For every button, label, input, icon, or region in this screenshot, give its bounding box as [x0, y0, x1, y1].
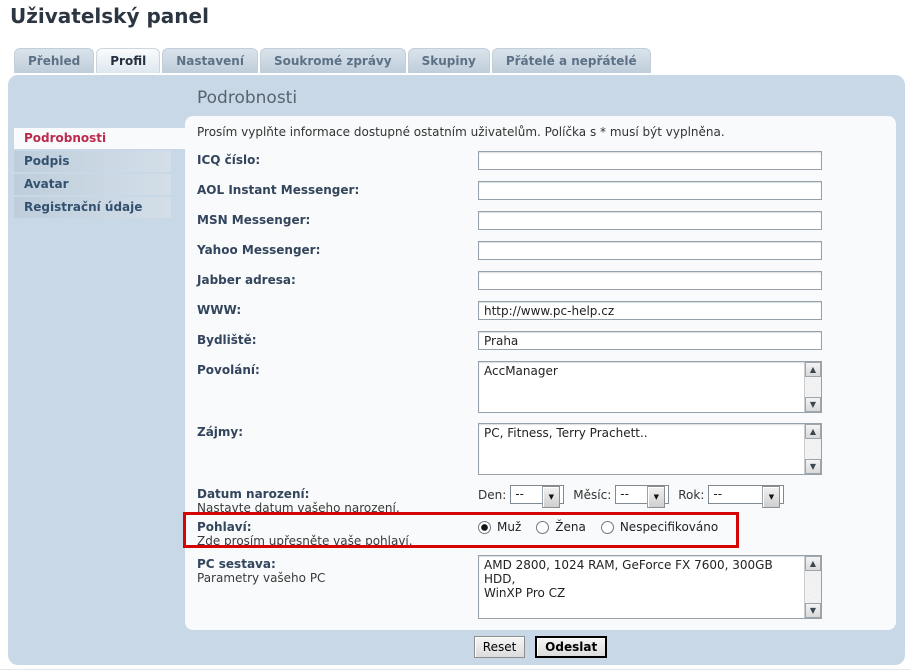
aim-input[interactable]: [478, 181, 822, 200]
gender-hint: Zde prosím upřesněte vaše pohlaví.: [197, 534, 472, 549]
month-label: Měsíc:: [573, 488, 611, 502]
scrollbar[interactable]: ▲ ▼: [804, 424, 821, 474]
yahoo-input[interactable]: [478, 241, 822, 260]
tab-pratele-a-nepratele[interactable]: Přátelé a nepřátelé: [492, 48, 651, 73]
www-label: WWW:: [197, 301, 472, 319]
year-select[interactable]: -- ▼: [708, 485, 784, 504]
zajmy-label: Zájmy:: [197, 423, 472, 441]
www-input[interactable]: [478, 301, 822, 320]
zajmy-textarea-frame: PC, Fitness, Terry Prachett.. ▲ ▼: [478, 423, 822, 475]
scroll-up-icon[interactable]: ▲: [805, 424, 821, 439]
pc-textarea-frame: AMD 2800, 1024 RAM, GeForce FX 7600, 300…: [478, 555, 822, 619]
page-title: Uživatelský panel: [10, 4, 209, 28]
pc-textarea[interactable]: AMD 2800, 1024 RAM, GeForce FX 7600, 300…: [479, 556, 804, 618]
povolani-textarea-frame: AccManager ▲ ▼: [478, 361, 822, 413]
gender-radio-label[interactable]: Nespecifikováno: [620, 520, 718, 534]
section-heading: Podrobnosti: [197, 88, 297, 108]
sidebar-item-podpis[interactable]: Podpis: [14, 151, 171, 172]
gender-option-zena: Žena: [536, 520, 586, 534]
sidebar: Podrobnosti Podpis Avatar Registrační úd…: [14, 128, 190, 220]
gender-radio-muz[interactable]: [478, 521, 491, 534]
tab-prehled[interactable]: Přehled: [14, 48, 94, 73]
povolani-label: Povolání:: [197, 361, 472, 379]
aim-label: AOL Instant Messenger:: [197, 181, 472, 199]
day-label: Den:: [478, 488, 506, 502]
year-label: Rok:: [678, 488, 704, 502]
tab-profil[interactable]: Profil: [96, 48, 160, 73]
sidebar-item-avatar[interactable]: Avatar: [14, 174, 171, 195]
tab-skupiny[interactable]: Skupiny: [408, 48, 490, 73]
tab-bar: Přehled Profil Nastavení Soukromé zprávy…: [14, 48, 651, 73]
scroll-up-icon[interactable]: ▲: [805, 362, 821, 377]
bydliste-label: Bydliště:: [197, 331, 472, 349]
scroll-down-icon[interactable]: ▼: [805, 397, 821, 412]
povolani-textarea[interactable]: AccManager: [479, 362, 804, 412]
sidebar-item-podrobnosti[interactable]: Podrobnosti: [14, 128, 190, 149]
month-value: --: [616, 486, 644, 503]
dropdown-arrow-icon[interactable]: ▼: [542, 486, 560, 508]
dropdown-arrow-icon[interactable]: ▼: [647, 486, 665, 508]
gender-option-nespecifikovano: Nespecifikováno: [601, 520, 718, 534]
bydliste-input[interactable]: [478, 331, 822, 350]
scroll-up-icon[interactable]: ▲: [805, 556, 821, 571]
tab-nastaveni[interactable]: Nastavení: [162, 48, 258, 73]
birth-hint: Nastavte datum vašeho narození.: [197, 501, 472, 516]
gender-option-muz: Muž: [478, 520, 521, 534]
submit-button[interactable]: Odeslat: [535, 636, 607, 658]
gender-radio-nespecifikovano[interactable]: [601, 521, 614, 534]
yahoo-label: Yahoo Messenger:: [197, 241, 472, 259]
icq-label: ICQ číslo:: [197, 151, 472, 169]
scroll-down-icon[interactable]: ▼: [805, 603, 821, 618]
msn-label: MSN Messenger:: [197, 211, 472, 229]
form-intro-text: Prosím vyplňte informace dostupné ostatn…: [197, 125, 725, 139]
scrollbar[interactable]: ▲ ▼: [804, 556, 821, 618]
sidebar-item-registracni-udaje[interactable]: Registrační údaje: [14, 197, 171, 218]
page-bottom-divider: [0, 669, 910, 670]
tab-soukrome-zpravy[interactable]: Soukromé zprávy: [260, 48, 406, 73]
gender-radio-label[interactable]: Žena: [555, 520, 586, 534]
day-value: --: [511, 486, 539, 503]
scrollbar[interactable]: ▲ ▼: [804, 362, 821, 412]
jabber-label: Jabber adresa:: [197, 271, 472, 289]
reset-button[interactable]: Reset: [474, 636, 526, 658]
pc-hint: Parametry vašeho PC: [197, 571, 472, 586]
dropdown-arrow-icon[interactable]: ▼: [762, 486, 780, 508]
scroll-down-icon[interactable]: ▼: [805, 459, 821, 474]
month-select[interactable]: -- ▼: [615, 485, 669, 504]
form-panel: Prosím vyplňte informace dostupné ostatn…: [185, 116, 896, 630]
day-select[interactable]: -- ▼: [510, 485, 564, 504]
year-value: --: [709, 486, 759, 503]
form-actions: Reset Odeslat: [185, 636, 896, 658]
gender-radio-zena[interactable]: [536, 521, 549, 534]
jabber-input[interactable]: [478, 271, 822, 290]
icq-input[interactable]: [478, 151, 822, 170]
zajmy-textarea[interactable]: PC, Fitness, Terry Prachett..: [479, 424, 804, 474]
msn-input[interactable]: [478, 211, 822, 230]
gender-radio-label[interactable]: Muž: [497, 520, 521, 534]
